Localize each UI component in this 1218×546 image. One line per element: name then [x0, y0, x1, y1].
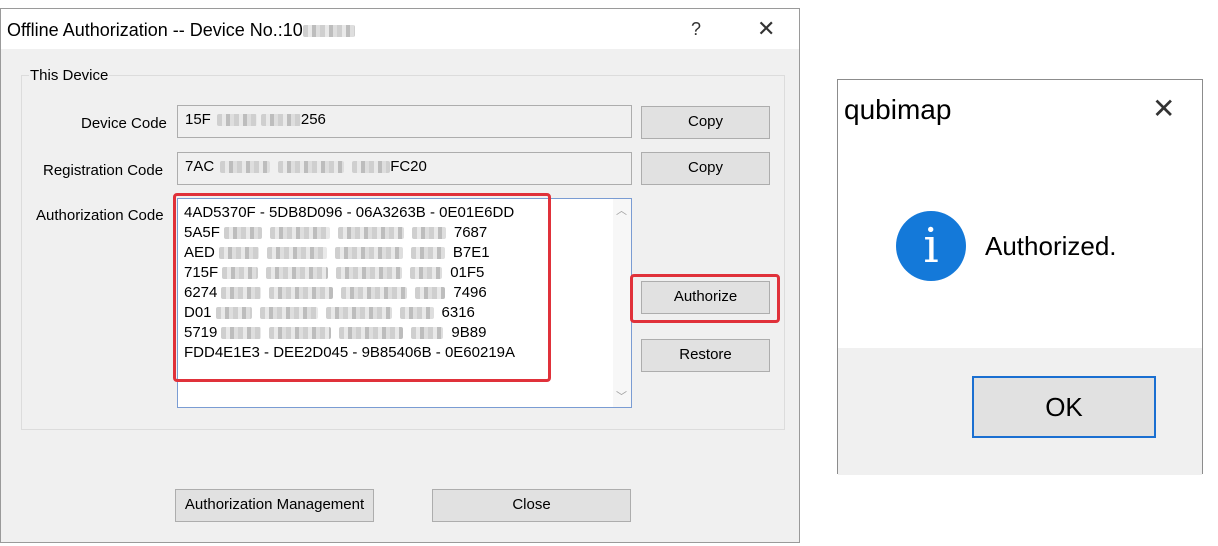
authorization-code-highlight — [173, 193, 551, 382]
group-label: This Device — [29, 67, 110, 84]
qubimap-message-box: qubimap ✕ i Authorized. OK — [837, 79, 1203, 475]
authorization-management-button[interactable]: Authorization Management — [175, 489, 374, 522]
restore-button[interactable]: Restore — [641, 339, 770, 372]
close-icon[interactable]: ✕ — [1152, 92, 1175, 125]
scroll-up-arrow-icon[interactable]: ︿ — [616, 202, 627, 218]
authorization-code-label: Authorization Code — [36, 207, 164, 224]
registration-code-field[interactable]: 7AC FC20 — [177, 152, 632, 185]
message-box-title: qubimap — [844, 94, 952, 125]
authorize-button-highlight — [630, 274, 780, 323]
dialog-title: Offline Authorization -- Device No.:10 — [7, 20, 355, 41]
copy-registration-code-button[interactable]: Copy — [641, 152, 770, 185]
help-icon[interactable]: ? — [691, 19, 701, 40]
title-bar: Offline Authorization -- Device No.:10 ?… — [1, 9, 799, 49]
redacted-device-number — [302, 25, 355, 38]
registration-code-label: Registration Code — [43, 162, 164, 179]
device-code-label: Device Code — [81, 115, 167, 132]
close-button[interactable]: Close — [432, 489, 631, 522]
copy-device-code-button[interactable]: Copy — [641, 106, 770, 139]
info-icon: i — [896, 211, 966, 281]
scroll-down-arrow-icon[interactable]: ﹀ — [616, 388, 627, 404]
offline-authorization-dialog: Offline Authorization -- Device No.:10 ?… — [0, 8, 800, 543]
close-icon[interactable]: ✕ — [757, 17, 775, 42]
device-code-field[interactable]: 15F 256 — [177, 105, 632, 138]
ok-button[interactable]: OK — [972, 376, 1156, 438]
message-text: Authorized. — [985, 231, 1117, 261]
vertical-scrollbar[interactable]: ︿ ﹀ — [613, 199, 631, 407]
